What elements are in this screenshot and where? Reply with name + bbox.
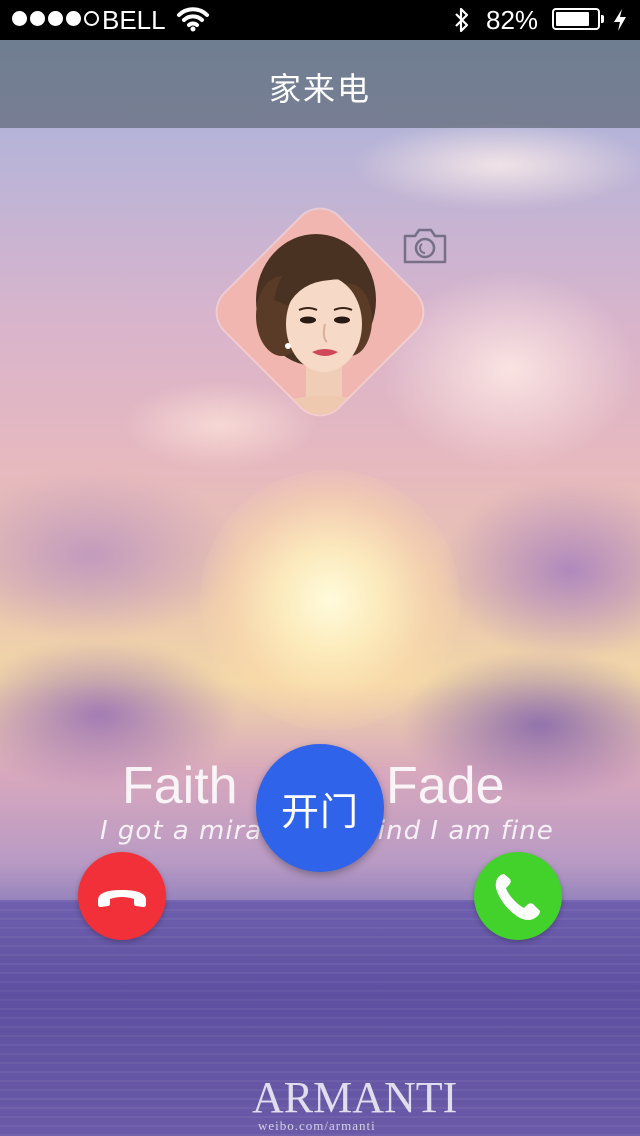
wallpaper-background [0, 0, 640, 1136]
cloud [350, 120, 640, 210]
wifi-icon [177, 7, 209, 32]
cloud [440, 480, 640, 660]
signal-strength-icon [12, 11, 99, 26]
open-door-button[interactable]: 开门 [256, 744, 384, 872]
charging-bolt-icon [614, 9, 626, 31]
phone-accept-icon [495, 874, 540, 920]
wallpaper-title-left: Faith [122, 757, 238, 815]
carrier-name: BELL [102, 5, 166, 35]
battery-icon [552, 8, 604, 30]
phone-hangup-icon [98, 890, 146, 907]
camera-icon[interactable] [402, 226, 448, 266]
brand-logo: ARMANTI [252, 1073, 458, 1122]
brand-url: weibo.com/armanti [258, 1118, 376, 1133]
bluetooth-icon [455, 7, 469, 33]
status-bar: BELL 82% [0, 0, 640, 40]
accept-call-button[interactable] [474, 852, 562, 940]
title-bar: 家来电 [0, 40, 640, 128]
wallpaper-title-right: Fade [386, 757, 505, 815]
open-door-label: 开门 [280, 791, 359, 834]
battery-percent: 82% [486, 5, 539, 35]
battery-fill [556, 12, 589, 26]
page-title: 家来电 [268, 71, 371, 107]
decline-call-button[interactable] [78, 852, 166, 940]
